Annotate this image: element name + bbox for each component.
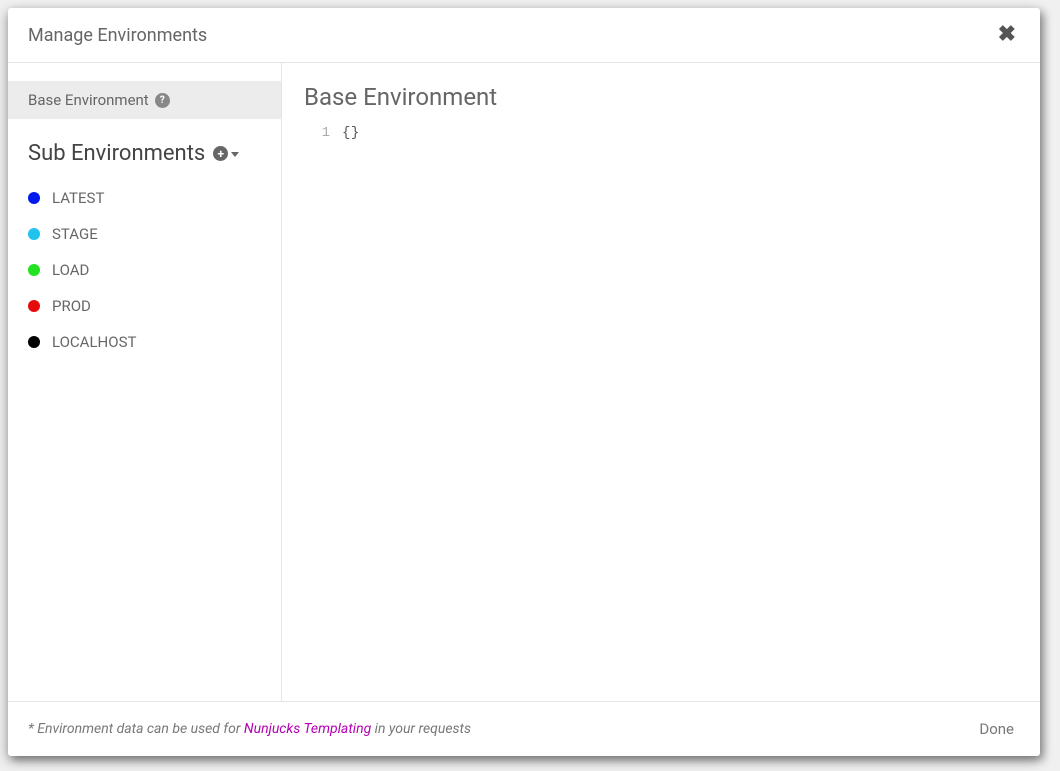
environment-color-dot xyxy=(28,192,40,204)
editor-gutter: 1 xyxy=(304,125,342,141)
environment-color-dot xyxy=(28,300,40,312)
add-sub-environment-button[interactable]: + xyxy=(213,146,239,161)
main-panel: Base Environment 1 {} xyxy=(282,63,1040,701)
json-editor[interactable]: 1 {} xyxy=(304,125,1018,141)
footer-note: * Environment data can be used for Nunju… xyxy=(28,721,471,737)
environment-color-dot xyxy=(28,264,40,276)
modal-title: Manage Environments xyxy=(28,25,207,46)
environment-title: Base Environment xyxy=(304,83,1018,111)
base-environment-item[interactable]: Base Environment ? xyxy=(8,81,281,119)
sub-environment-item[interactable]: STAGE xyxy=(8,216,281,252)
done-button[interactable]: Done xyxy=(973,716,1020,742)
sub-environment-item[interactable]: PROD xyxy=(8,288,281,324)
environment-color-dot xyxy=(28,336,40,348)
modal-body: Base Environment ? Sub Environments + LA… xyxy=(8,63,1040,701)
environment-label: STAGE xyxy=(52,225,98,243)
sub-environment-item[interactable]: LOAD xyxy=(8,252,281,288)
modal-header: Manage Environments ✖ xyxy=(8,8,1040,63)
modal-footer: * Environment data can be used for Nunju… xyxy=(8,701,1040,756)
footer-note-prefix: * Environment data can be used for xyxy=(28,721,244,737)
help-icon[interactable]: ? xyxy=(155,93,170,108)
environment-label: LOCALHOST xyxy=(52,333,136,351)
manage-environments-modal: Manage Environments ✖ Base Environment ?… xyxy=(8,8,1040,756)
line-number: 1 xyxy=(304,125,330,141)
environment-label: PROD xyxy=(52,297,91,315)
sub-environments-title: Sub Environments xyxy=(28,141,205,166)
sub-environments-header: Sub Environments + xyxy=(8,119,281,176)
environment-label: LOAD xyxy=(52,261,89,279)
footer-note-suffix: in your requests xyxy=(371,721,471,737)
chevron-down-icon xyxy=(231,152,239,157)
environments-sidebar: Base Environment ? Sub Environments + LA… xyxy=(8,63,282,701)
base-environment-label: Base Environment xyxy=(28,91,149,109)
templating-link[interactable]: Nunjucks Templating xyxy=(244,721,371,737)
environment-color-dot xyxy=(28,228,40,240)
editor-content[interactable]: {} xyxy=(342,125,360,141)
close-icon: ✖ xyxy=(998,22,1016,47)
environment-label: LATEST xyxy=(52,189,104,207)
close-button[interactable]: ✖ xyxy=(994,22,1020,48)
sub-environment-item[interactable]: LATEST xyxy=(8,180,281,216)
plus-icon: + xyxy=(213,146,228,161)
sub-environments-list: LATEST STAGE LOAD PROD LOCALHOST xyxy=(8,176,281,360)
sub-environment-item[interactable]: LOCALHOST xyxy=(8,324,281,360)
